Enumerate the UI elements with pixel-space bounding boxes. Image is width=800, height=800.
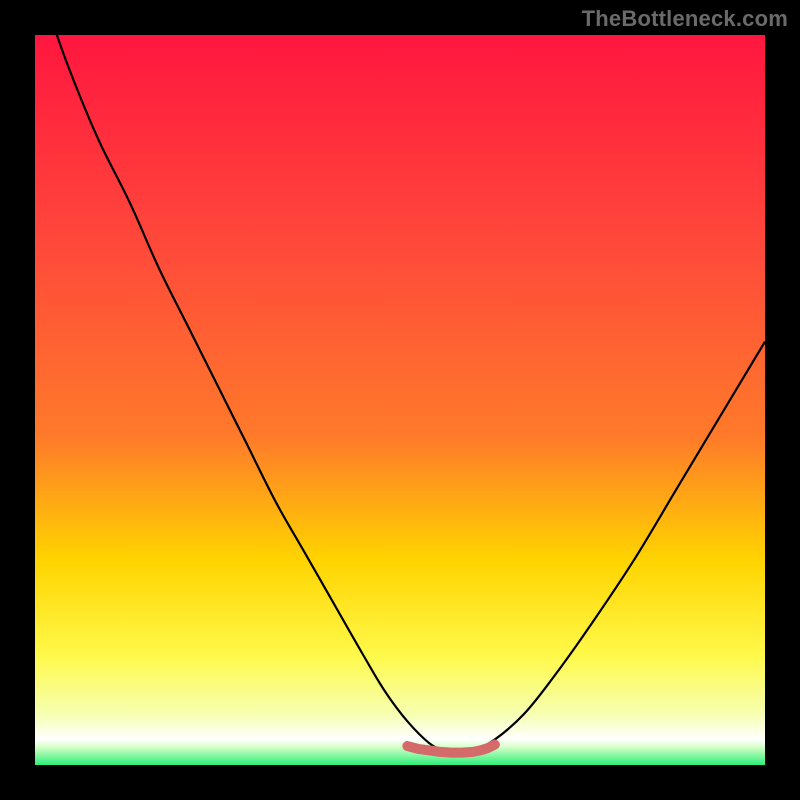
watermark-text: TheBottleneck.com [582,6,788,32]
bottleneck-chart [35,35,765,765]
plot-area [35,35,765,765]
gradient-background [35,35,765,765]
chart-frame: TheBottleneck.com [0,0,800,800]
